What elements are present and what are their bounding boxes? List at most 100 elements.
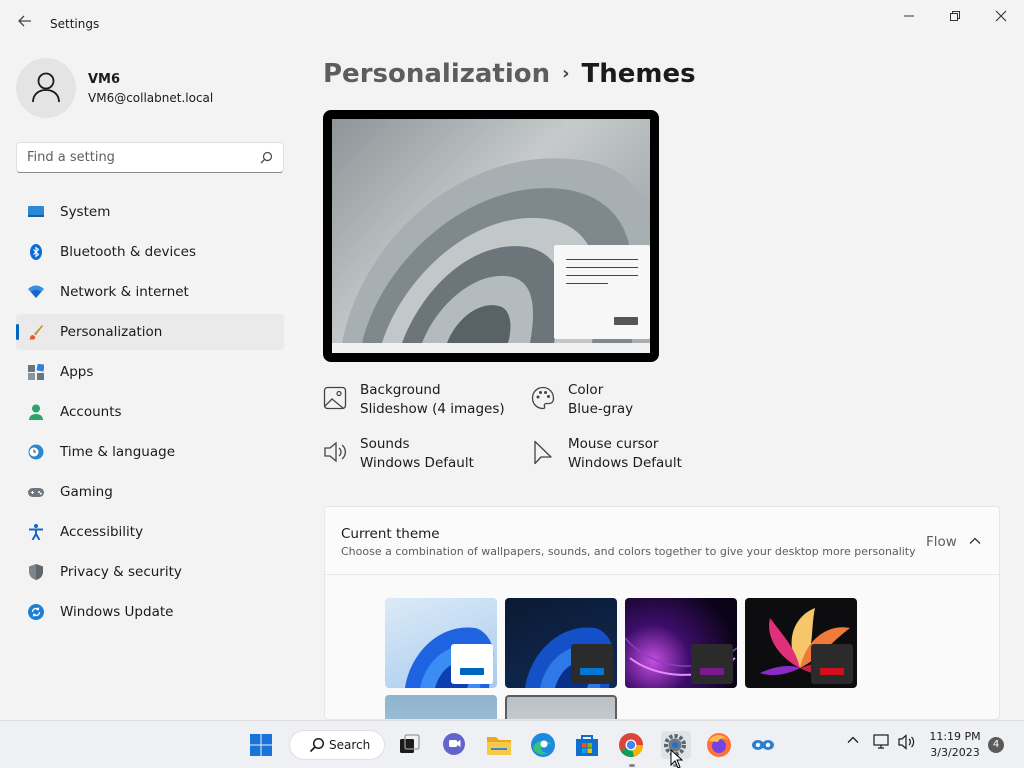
task-view-icon (400, 734, 420, 753)
sidebar-item-gaming[interactable]: Gaming (16, 474, 284, 510)
wallpaper-preview (332, 119, 650, 343)
clock-date: 3/3/2023 (930, 746, 980, 759)
user-icon (32, 72, 60, 103)
file-explorer-button[interactable] (485, 731, 515, 759)
brush-icon (29, 325, 43, 340)
gamepad-icon (28, 488, 44, 497)
breadcrumb-separator: › (562, 63, 570, 84)
chevron-up-icon[interactable] (969, 536, 981, 546)
notification-badge[interactable]: 4 (988, 737, 1004, 753)
theme-accent-swatch (580, 668, 604, 675)
mouse-pointer-icon (670, 749, 684, 768)
color-setting[interactable]: Color Blue-gray (531, 382, 731, 422)
current-theme-section: Current theme Choose a combination of wa… (324, 506, 1000, 720)
sidebar-item-accounts[interactable]: Accounts (16, 394, 284, 430)
sidebar-item-system[interactable]: System (16, 194, 284, 230)
accounts-icon (29, 404, 43, 420)
theme-tile-glow[interactable] (625, 598, 737, 688)
theme-preview (323, 110, 659, 362)
picture-icon (323, 386, 347, 410)
edge-icon (531, 733, 555, 757)
volume-tray-button[interactable] (898, 733, 916, 755)
breadcrumb-parent[interactable]: Personalization (323, 59, 550, 89)
mouse-cursor-setting[interactable]: Mouse cursor Windows Default (531, 436, 731, 476)
shield-icon (29, 564, 43, 580)
app-eyes-button[interactable] (749, 731, 779, 759)
speaker-icon (324, 441, 346, 463)
back-button[interactable] (14, 12, 36, 34)
palette-icon (531, 386, 555, 410)
start-button[interactable] (247, 731, 277, 759)
edge-button[interactable] (529, 731, 559, 759)
network-tray-button[interactable] (873, 733, 891, 755)
sidebar-item-network[interactable]: Network & internet (16, 274, 284, 310)
background-setting[interactable]: Background Slideshow (4 images) (323, 382, 523, 422)
update-icon (28, 604, 44, 620)
restore-icon (950, 11, 960, 21)
theme-accent-swatch (460, 668, 484, 675)
breadcrumb: Personalization › Themes (323, 59, 696, 89)
store-button[interactable] (573, 731, 603, 759)
firefox-button[interactable] (705, 731, 735, 759)
sidebar-item-bluetooth[interactable]: Bluetooth & devices (16, 234, 284, 270)
current-theme-subtitle: Choose a combination of wallpapers, soun… (341, 545, 916, 558)
bluetooth-icon (30, 244, 42, 260)
current-theme-value: Flow (926, 534, 957, 550)
chevron-up-icon (847, 736, 859, 743)
theme-tile-windows-dark[interactable] (505, 598, 617, 688)
folder-icon (487, 737, 511, 755)
sidebar-item-privacy[interactable]: Privacy & security (16, 554, 284, 590)
search-icon (309, 737, 325, 753)
chrome-button[interactable] (617, 731, 647, 759)
sidebar-item-accessibility[interactable]: Accessibility (16, 514, 284, 550)
theme-tile-windows-light[interactable] (385, 598, 497, 688)
firefox-icon (707, 733, 731, 757)
chat-button[interactable] (440, 731, 470, 759)
sidebar-item-personalization[interactable]: Personalization (16, 314, 284, 350)
chrome-running-indicator (629, 764, 635, 767)
theme-tile-captured-motion[interactable] (745, 598, 857, 688)
avatar (16, 58, 76, 118)
taskbar: Search 11:19 PM 3/3/2023 4 (0, 720, 1024, 768)
cursor-icon (534, 440, 552, 465)
theme-tile-sunrise[interactable] (385, 695, 497, 719)
close-button[interactable] (978, 6, 1024, 28)
system-icon (28, 206, 44, 217)
theme-accent-swatch (700, 668, 724, 675)
sidebar-nav: System Bluetooth & devices Network & int… (16, 194, 284, 634)
accessibility-icon (29, 524, 43, 540)
preview-taskbar (332, 343, 650, 353)
minimize-icon (904, 15, 914, 17)
task-view-button[interactable] (395, 731, 425, 759)
network-icon (28, 285, 44, 298)
sidebar-item-time-language[interactable]: Time & language (16, 434, 284, 470)
taskbar-clock[interactable]: 11:19 PM 3/3/2023 (920, 729, 990, 761)
search-icon (260, 151, 273, 164)
clock-time: 11:19 PM (929, 730, 981, 743)
chrome-icon (619, 733, 643, 757)
sounds-setting[interactable]: Sounds Windows Default (323, 436, 523, 476)
show-hidden-icons-button[interactable] (846, 733, 860, 751)
maximize-button[interactable] (932, 6, 978, 28)
teams-chat-icon (443, 733, 465, 755)
sidebar-item-windows-update[interactable]: Windows Update (16, 594, 284, 630)
clock-globe-icon (28, 444, 44, 460)
windows-logo-icon (250, 734, 272, 756)
user-name: VM6 (88, 72, 121, 87)
search-input[interactable]: Find a setting (16, 142, 284, 173)
preview-window (554, 245, 650, 339)
theme-accent-swatch (820, 668, 844, 675)
sidebar-item-apps[interactable]: Apps (16, 354, 284, 390)
back-arrow-icon (18, 15, 31, 27)
taskbar-search[interactable]: Search (289, 730, 385, 760)
current-theme-header[interactable]: Current theme Choose a combination of wa… (325, 507, 999, 575)
network-monitor-icon (873, 734, 889, 749)
eyes-icon (752, 740, 774, 750)
minimize-button[interactable] (886, 6, 932, 28)
store-icon (576, 735, 598, 756)
volume-icon (898, 734, 915, 750)
user-profile[interactable]: VM6 VM6@collabnet.local (16, 58, 286, 118)
close-icon (995, 10, 1007, 22)
title-bar: Settings (0, 0, 1024, 48)
theme-tile-flow[interactable] (505, 695, 617, 719)
